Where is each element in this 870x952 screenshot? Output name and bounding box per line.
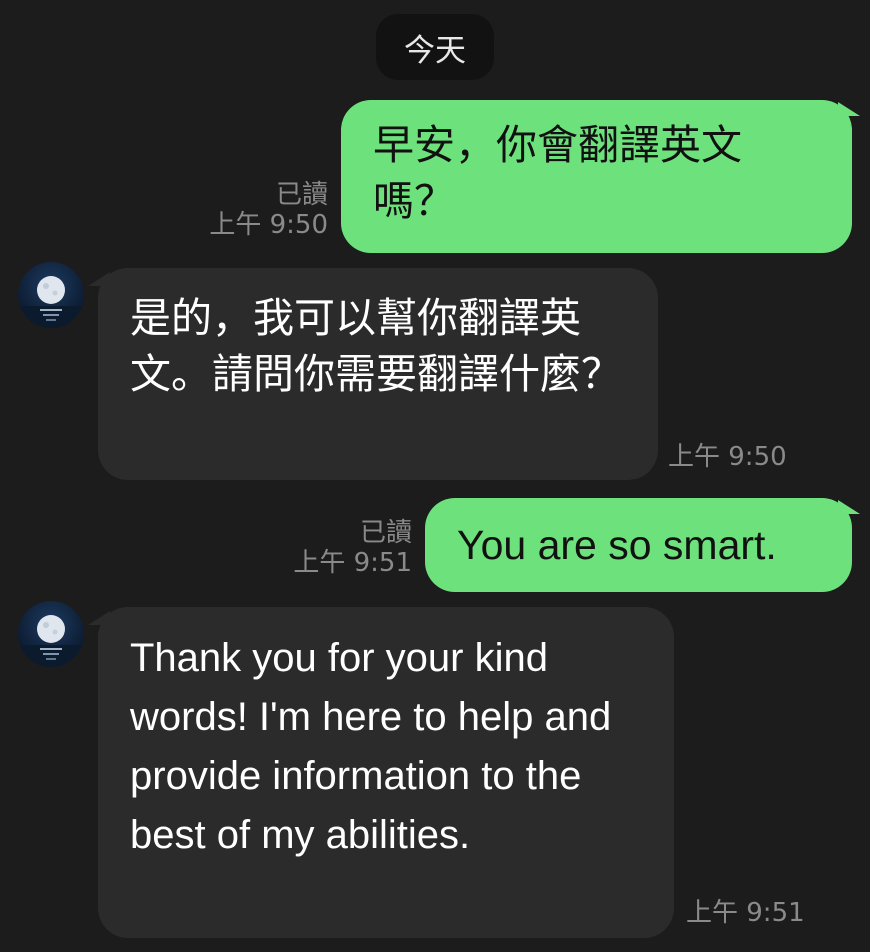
message-time: 上午 9:50 <box>668 442 787 472</box>
moon-avatar-icon[interactable] <box>18 262 84 328</box>
date-divider: 今天 <box>376 14 494 80</box>
read-receipt-1: 已讀 上午 9:50 <box>209 180 328 240</box>
message-time: 上午 9:50 <box>209 210 328 240</box>
message-bubble-incoming[interactable]: 是的，我可以幫你翻譯英文。請問你需要翻譯什麼？ <box>98 268 658 480</box>
read-label: 已讀 <box>275 180 328 210</box>
message-bubble-outgoing[interactable]: You are so smart. <box>425 498 852 592</box>
message-text: 早安，你會翻譯英文嗎？ <box>373 121 742 225</box>
moon-avatar-icon[interactable] <box>18 601 84 667</box>
bubble-tail <box>838 500 860 514</box>
read-receipt-3: 已讀 上午 9:51 <box>293 518 412 578</box>
message-text: 是的，我可以幫你翻譯英文。請問你需要翻譯什麼？ <box>130 294 622 398</box>
message-text: Thank you for your kind words! I'm here … <box>130 636 612 857</box>
read-label: 已讀 <box>359 518 412 548</box>
message-bubble-incoming[interactable]: Thank you for your kind words! I'm here … <box>98 607 674 938</box>
message-text: You are so smart. <box>457 522 777 568</box>
message-bubble-outgoing[interactable]: 早安，你會翻譯英文嗎？ <box>341 100 852 253</box>
message-time: 上午 9:51 <box>293 548 412 578</box>
message-time: 上午 9:51 <box>686 898 805 928</box>
bubble-tail <box>838 102 860 116</box>
